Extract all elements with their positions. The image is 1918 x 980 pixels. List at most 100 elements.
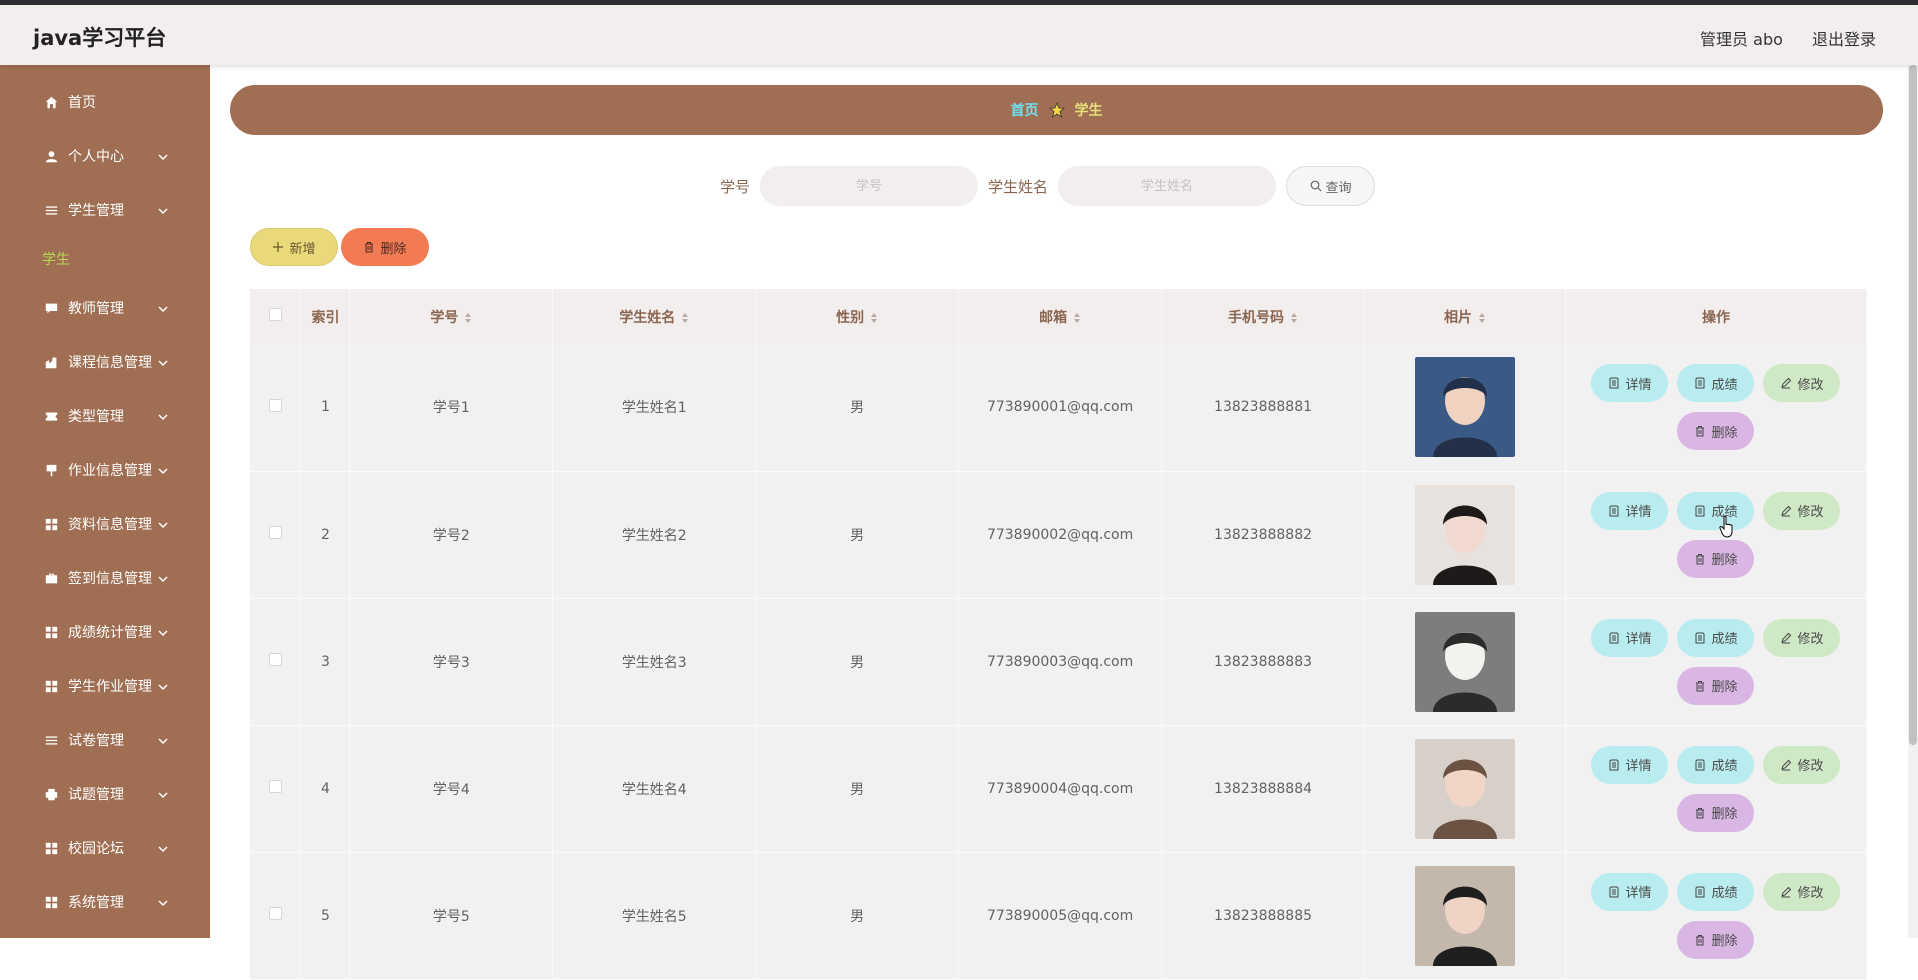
delete-button[interactable]: 删除 [1677, 920, 1755, 959]
sidebar-item-teacher-mgmt[interactable]: 教师管理 [0, 281, 210, 335]
row-select-cell[interactable] [250, 598, 302, 726]
table-header-row: 索引 学号 学生姓名 性别 邮箱 手机号码 相片 操作 [250, 289, 1868, 344]
sidebar-item-profile[interactable]: 个人中心 [0, 129, 210, 183]
sidebar-item-score-stats[interactable]: 成绩统计管理 [0, 605, 210, 659]
query-button[interactable]: 查询 [1286, 166, 1376, 206]
edit-button[interactable]: 修改 [1763, 872, 1841, 911]
row-checkbox[interactable] [268, 907, 282, 920]
cell-name: 学生姓名3 [552, 598, 757, 726]
list-icon [44, 733, 58, 747]
score-button[interactable]: 成绩 [1677, 745, 1755, 784]
sidebar-item-course-mgmt[interactable]: 课程信息管理 [0, 335, 210, 389]
chevron-down-icon [158, 518, 168, 529]
student-photo[interactable] [1414, 738, 1515, 839]
row-actions: 详情 成绩 修改 删除 [1576, 745, 1856, 832]
pencil-icon [1781, 886, 1792, 897]
student-photo[interactable] [1414, 611, 1515, 712]
sidebar-item-question-mgmt[interactable]: 试题管理 [0, 767, 210, 821]
col-name[interactable]: 学生姓名 [552, 289, 757, 344]
sidebar-subitem-student[interactable]: 学生 [0, 237, 210, 281]
student-photo[interactable] [1414, 865, 1515, 966]
sort-icon[interactable] [1073, 312, 1081, 324]
detail-button[interactable]: 详情 [1591, 745, 1669, 784]
row-select-cell[interactable] [250, 852, 302, 980]
student-name-input[interactable] [1058, 166, 1277, 206]
table-row: 2 学号2 学生姓名2 男 773890002@qq.com 13823888882 详情 成… [250, 471, 1868, 599]
col-email[interactable]: 邮箱 [958, 289, 1163, 344]
edit-button[interactable]: 修改 [1763, 491, 1841, 530]
logout-link[interactable]: 退出登录 [1812, 30, 1876, 49]
cell-student-no: 学号1 [349, 344, 554, 472]
row-checkbox[interactable] [268, 526, 282, 539]
cell-email: 773890002@qq.com [958, 471, 1163, 599]
detail-button[interactable]: 详情 [1591, 364, 1669, 403]
edit-button[interactable]: 修改 [1763, 745, 1841, 784]
trash-icon [365, 242, 374, 253]
sort-icon[interactable] [1478, 312, 1486, 324]
chevron-down-icon [158, 302, 168, 313]
sidebar-item-system-mgmt[interactable]: 系统管理 [0, 875, 210, 929]
chevron-down-icon [158, 464, 168, 475]
select-all-cell[interactable] [250, 289, 302, 344]
vertical-scrollbar[interactable] [1908, 65, 1918, 938]
edit-button[interactable]: 修改 [1763, 364, 1841, 403]
delete-button[interactable]: 删除 [1677, 793, 1755, 832]
document-icon [1695, 505, 1705, 516]
sidebar-item-student-homework[interactable]: 学生作业管理 [0, 659, 210, 713]
col-phone[interactable]: 手机号码 [1161, 289, 1366, 344]
document-icon [1609, 632, 1619, 643]
col-gender[interactable]: 性别 [755, 289, 960, 344]
sidebar-item-homework-mgmt[interactable]: 作业信息管理 [0, 443, 210, 497]
sort-icon[interactable] [681, 312, 689, 324]
detail-button[interactable]: 详情 [1591, 491, 1669, 530]
cell-actions: 详情 成绩 修改 删除 [1565, 344, 1868, 472]
student-photo[interactable] [1414, 357, 1515, 458]
sidebar-item-paper-mgmt[interactable]: 试卷管理 [0, 713, 210, 767]
trash-icon [1696, 934, 1705, 945]
sort-icon[interactable] [870, 312, 878, 324]
add-label: 新增 [289, 241, 316, 257]
row-checkbox[interactable] [268, 780, 282, 793]
edit-button[interactable]: 修改 [1763, 618, 1841, 657]
delete-button[interactable]: 删除 [1677, 539, 1755, 578]
delete-button[interactable]: 删除 [1677, 412, 1755, 451]
score-button[interactable]: 成绩 [1677, 491, 1755, 530]
pencil-icon [1781, 505, 1792, 516]
batch-delete-button[interactable]: 删除 [341, 228, 429, 266]
sidebar-item-label: 首页 [68, 95, 96, 111]
col-photo[interactable]: 相片 [1364, 289, 1566, 344]
score-button[interactable]: 成绩 [1677, 364, 1755, 403]
col-index: 索引 [300, 289, 351, 344]
sidebar-item-material-mgmt[interactable]: 资料信息管理 [0, 497, 210, 551]
sidebar-item-type-mgmt[interactable]: 类型管理 [0, 389, 210, 443]
score-button[interactable]: 成绩 [1677, 872, 1755, 911]
scrollbar-thumb[interactable] [1909, 65, 1917, 745]
add-button[interactable]: 新增 [250, 228, 338, 266]
col-student-no[interactable]: 学号 [349, 289, 554, 344]
sidebar-item-home[interactable]: 首页 [0, 75, 210, 129]
row-select-cell[interactable] [250, 344, 302, 472]
score-button[interactable]: 成绩 [1677, 618, 1755, 657]
cell-name: 学生姓名5 [552, 852, 757, 980]
sidebar-item-student-mgmt[interactable]: 学生管理 [0, 183, 210, 237]
sidebar-item-forum[interactable]: 校园论坛 [0, 821, 210, 875]
cell-name: 学生姓名2 [552, 471, 757, 599]
delete-button[interactable]: 删除 [1677, 666, 1755, 705]
row-checkbox[interactable] [268, 398, 282, 412]
col-label: 手机号码 [1228, 309, 1285, 326]
detail-button[interactable]: 详情 [1591, 872, 1669, 911]
sort-icon[interactable] [1290, 312, 1298, 324]
sort-icon[interactable] [464, 312, 472, 324]
student-photo[interactable] [1414, 484, 1515, 585]
row-actions: 详情 成绩 修改 删除 [1576, 491, 1856, 578]
row-checkbox[interactable] [268, 653, 282, 666]
sidebar-item-checkin-mgmt[interactable]: 签到信息管理 [0, 551, 210, 605]
row-select-cell[interactable] [250, 471, 302, 599]
search-bar: 学号 学生姓名 查询 [720, 165, 1376, 207]
row-select-cell[interactable] [250, 725, 302, 853]
detail-button[interactable]: 详情 [1591, 618, 1669, 657]
detail-label: 详情 [1625, 377, 1652, 393]
select-all-checkbox[interactable] [268, 308, 282, 321]
student-no-input[interactable] [760, 166, 979, 206]
breadcrumb-home[interactable]: 首页 [1011, 100, 1039, 120]
